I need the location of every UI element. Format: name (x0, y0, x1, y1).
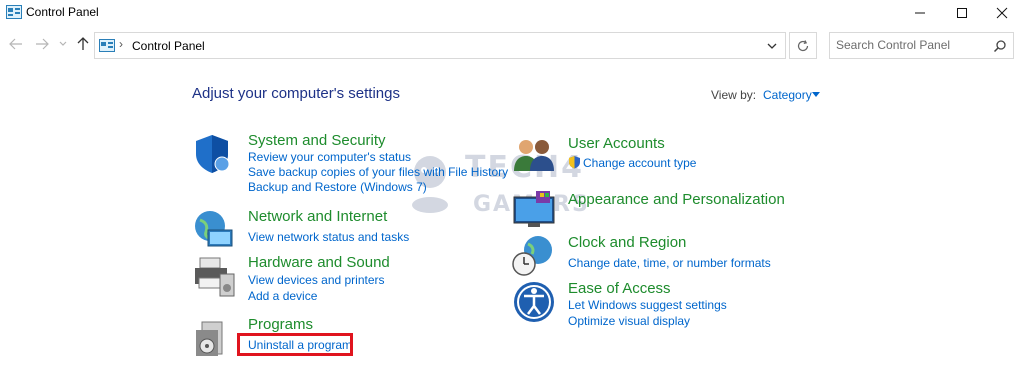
title-bar: Control Panel (0, 0, 1024, 26)
link-optimize-display[interactable]: Optimize visual display (568, 314, 690, 328)
link-date-time-formats[interactable]: Change date, time, or number formats (568, 256, 771, 270)
back-arrow-icon (9, 38, 22, 50)
category-appearance: Appearance and Personalization (512, 191, 832, 231)
chevron-down-icon[interactable] (765, 39, 779, 53)
search-box[interactable] (829, 32, 1014, 59)
maximize-icon (957, 8, 967, 18)
category-ease-of-access: Ease of Access Let Windows suggest setti… (512, 280, 832, 328)
network-globe-icon[interactable] (192, 208, 236, 252)
refresh-icon (797, 39, 809, 51)
link-network-status[interactable]: View network status and tasks (248, 230, 409, 244)
caret-down-icon[interactable] (812, 92, 820, 97)
breadcrumb-separator[interactable]: › (119, 37, 123, 51)
page-title: Adjust your computer's settings (192, 85, 400, 102)
shield-icon[interactable] (192, 132, 236, 176)
search-input[interactable] (836, 38, 986, 52)
control-panel-icon (99, 39, 115, 52)
category-user-accounts: User Accounts Change account type (512, 135, 832, 175)
link-devices-printers[interactable]: View devices and printers (248, 273, 385, 287)
ease-of-access-icon[interactable] (512, 280, 556, 324)
programs-icon[interactable] (192, 316, 236, 360)
close-button[interactable] (980, 0, 1024, 26)
clock-globe-icon[interactable] (512, 234, 556, 278)
control-panel-icon (6, 5, 22, 19)
category-hardware-sound: Hardware and Sound View devices and prin… (192, 254, 492, 303)
link-change-account-type[interactable]: Change account type (583, 156, 696, 170)
printer-icon[interactable] (192, 254, 236, 298)
window-title: Control Panel (26, 5, 99, 19)
display-icon[interactable] (512, 191, 556, 235)
category-title[interactable]: User Accounts (568, 135, 665, 152)
category-system-security: System and Security Review your computer… (192, 132, 508, 196)
uac-shield-icon (569, 156, 580, 169)
category-title[interactable]: Appearance and Personalization (568, 191, 785, 208)
view-by-label: View by: (711, 88, 757, 102)
address-bar[interactable]: › Control Panel (94, 32, 786, 59)
link-suggest-settings[interactable]: Let Windows suggest settings (568, 298, 727, 312)
view-by-dropdown[interactable]: Category (763, 88, 812, 102)
close-icon (996, 7, 1008, 19)
refresh-button[interactable] (789, 32, 817, 59)
minimize-button[interactable] (898, 0, 942, 26)
maximize-button[interactable] (940, 0, 984, 26)
category-title[interactable]: Programs (248, 316, 313, 333)
link-file-history[interactable]: Save backup copies of your files with Fi… (248, 165, 508, 179)
highlight-box (237, 333, 353, 356)
search-icon[interactable] (993, 39, 1007, 53)
category-title[interactable]: Hardware and Sound (248, 254, 390, 271)
up-arrow-icon (77, 37, 89, 50)
recent-locations-button[interactable] (58, 36, 68, 52)
breadcrumb-control-panel[interactable]: Control Panel (132, 39, 205, 53)
category-title[interactable]: System and Security (248, 132, 386, 149)
minimize-icon (915, 12, 925, 14)
link-backup-restore[interactable]: Backup and Restore (Windows 7) (248, 180, 427, 194)
forward-button[interactable] (34, 36, 50, 52)
category-title[interactable]: Network and Internet (248, 208, 387, 225)
link-add-device[interactable]: Add a device (248, 289, 317, 303)
navigation-bar: › Control Panel (0, 30, 1024, 60)
link-review-status[interactable]: Review your computer's status (248, 150, 411, 164)
category-title[interactable]: Ease of Access (568, 280, 671, 297)
back-button[interactable] (8, 36, 24, 52)
up-button[interactable] (75, 36, 91, 52)
chevron-down-icon (59, 41, 67, 46)
users-icon[interactable] (512, 135, 556, 179)
category-clock-region: Clock and Region Change date, time, or n… (512, 234, 832, 276)
forward-arrow-icon (36, 38, 49, 50)
category-network-internet: Network and Internet View network status… (192, 208, 492, 248)
category-title[interactable]: Clock and Region (568, 234, 686, 251)
